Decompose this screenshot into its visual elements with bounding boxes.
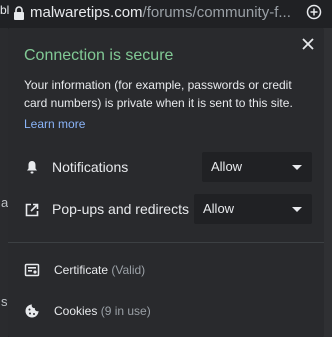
cookies-label-text: Cookies [54, 304, 98, 318]
background-text-fragment: bl [0, 3, 10, 17]
notifications-label: Notifications [52, 159, 129, 175]
learn-more-link[interactable]: Learn more [24, 117, 85, 131]
divider [8, 242, 324, 243]
certificate-label: Certificate (Valid) [54, 263, 145, 277]
chevron-down-icon [292, 165, 302, 170]
cookies-label: Cookies (9 in use) [54, 304, 151, 318]
url-path: /forums/community-f... [142, 4, 291, 21]
notifications-select-value: Allow [211, 159, 243, 174]
background-page-left [0, 28, 8, 337]
certificate-item[interactable]: Certificate (Valid) [8, 250, 324, 290]
address-bar[interactable]: malwaretips.com/forums/community-f... [0, 0, 332, 28]
url-text[interactable]: malwaretips.com/forums/community-f... [30, 4, 298, 22]
notifications-select[interactable]: Allow [202, 152, 312, 182]
cookies-status: (9 in use) [100, 304, 151, 318]
connection-status-title: Connection is secure [24, 47, 174, 64]
certificate-icon [24, 263, 40, 277]
background-page-right [323, 28, 332, 337]
certificate-status: (Valid) [111, 263, 146, 277]
url-domain: malwaretips.com [30, 4, 143, 21]
connection-description: Your information (for example, passwords… [24, 78, 293, 110]
certificate-label-text: Certificate [54, 263, 109, 277]
close-icon[interactable] [301, 37, 315, 51]
open-in-new-icon [25, 203, 39, 217]
popups-select[interactable]: Allow [194, 194, 312, 224]
cookie-icon [25, 304, 39, 318]
site-info-popup: Connection is secure Your information (f… [8, 28, 324, 337]
cookies-item[interactable]: Cookies (9 in use) [8, 290, 324, 330]
chevron-down-icon [292, 207, 302, 212]
lock-icon[interactable] [12, 5, 26, 21]
add-circle-icon[interactable] [306, 4, 322, 20]
background-text-fragment: s [1, 294, 8, 309]
popups-select-value: Allow [203, 201, 235, 216]
popups-label: Pop-ups and redirects [52, 201, 189, 217]
bell-icon [27, 161, 37, 174]
